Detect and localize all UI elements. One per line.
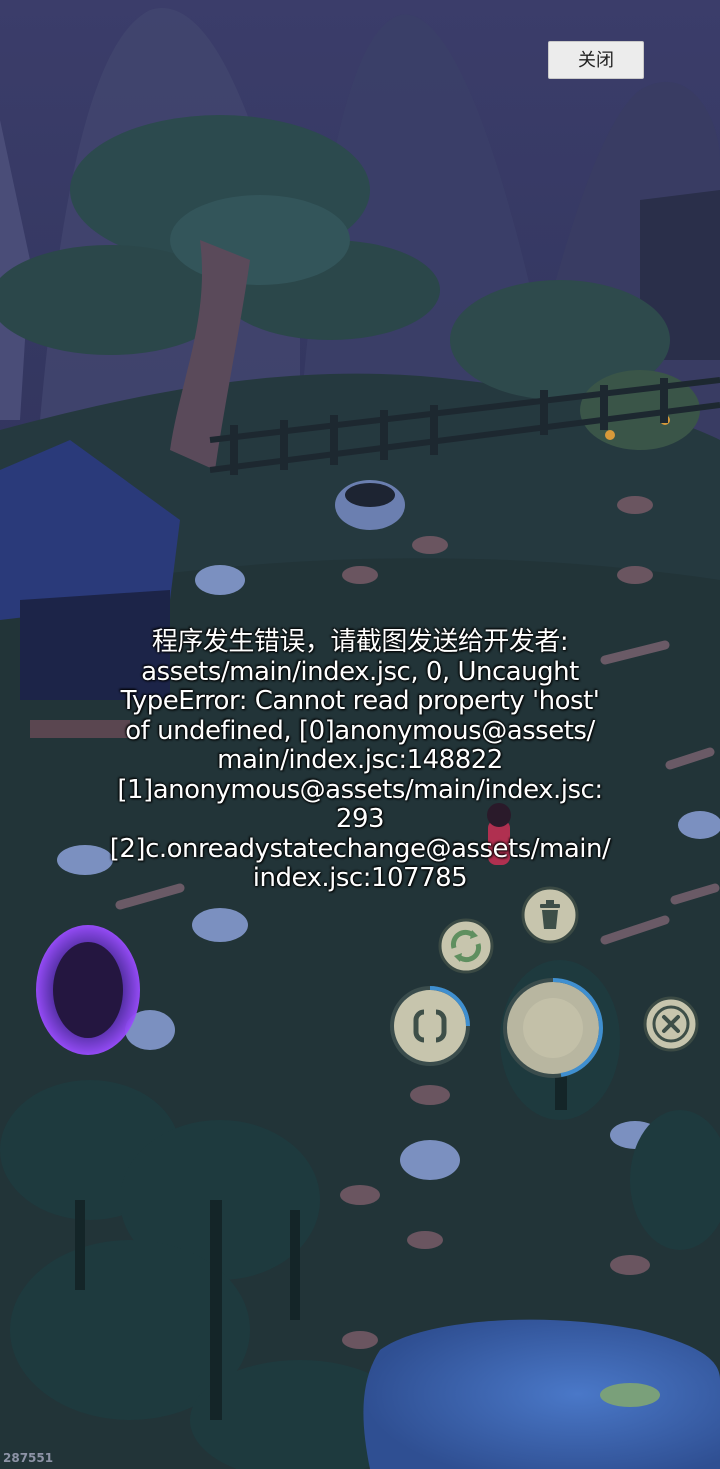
delete-button[interactable]: [521, 886, 579, 944]
error-line: 程序发生错误，请截图发送给开发者:: [151, 627, 569, 657]
error-line: of undefined, [0]anonymous@assets/: [125, 715, 595, 746]
refresh-icon: [438, 918, 494, 974]
error-line: [2]c.onreadystatechange@assets/main/: [109, 833, 611, 864]
error-line: TypeError: Cannot read property 'host': [120, 686, 600, 716]
rotate-icon: [390, 986, 470, 1066]
close-icon: [643, 996, 699, 1052]
error-line: assets/main/index.jsc, 0, Uncaught: [141, 656, 579, 687]
error-message: 程序发生错误，请截图发送给开发者: assets/main/index.jsc,…: [60, 627, 660, 894]
trash-icon: [521, 886, 579, 944]
joystick[interactable]: [501, 976, 605, 1080]
error-line: main/index.jsc:148822: [217, 745, 503, 775]
cancel-button[interactable]: [643, 996, 699, 1052]
error-line: [1]anonymous@assets/main/index.jsc:: [117, 774, 603, 805]
error-line: 293: [335, 804, 385, 834]
close-button[interactable]: 关闭: [548, 41, 644, 79]
joystick-icon: [503, 978, 604, 1078]
rotate-button[interactable]: [388, 984, 472, 1068]
corner-counter: 287551: [3, 1451, 54, 1465]
refresh-button[interactable]: [438, 918, 494, 974]
